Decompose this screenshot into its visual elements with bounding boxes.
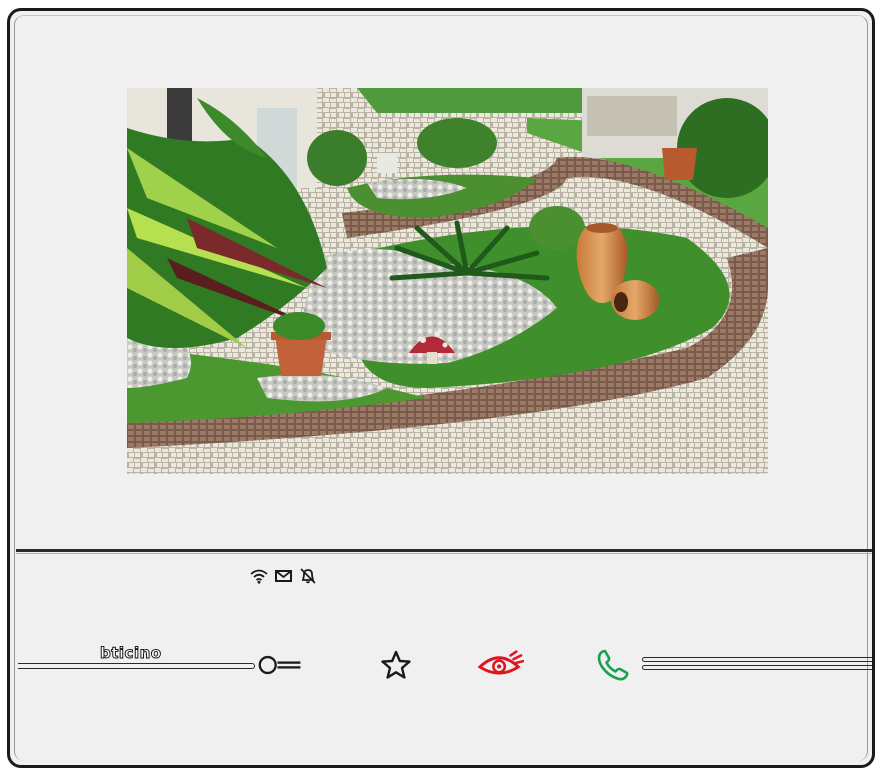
status-icons <box>250 568 317 584</box>
panel-divider-highlight <box>16 553 872 554</box>
wifi-icon <box>250 569 268 584</box>
star-icon <box>381 650 411 679</box>
door-lock-button[interactable] <box>258 647 304 683</box>
favorites-button[interactable] <box>373 647 419 683</box>
phone-icon <box>597 649 629 681</box>
panel-divider <box>16 549 872 552</box>
camera-view-button[interactable] <box>478 647 524 683</box>
camera-feed-image <box>127 88 768 474</box>
eye-icon <box>478 650 524 675</box>
key-icon <box>258 655 301 675</box>
brand-logo: bticino <box>100 644 162 663</box>
camera-screen <box>127 88 768 474</box>
video-intercom-device: bticino <box>7 8 875 768</box>
decorative-line-left <box>18 663 255 669</box>
bell-off-icon <box>299 568 317 584</box>
envelope-icon <box>275 570 292 582</box>
answer-call-button[interactable] <box>590 647 636 683</box>
decorative-line-right <box>642 657 872 672</box>
